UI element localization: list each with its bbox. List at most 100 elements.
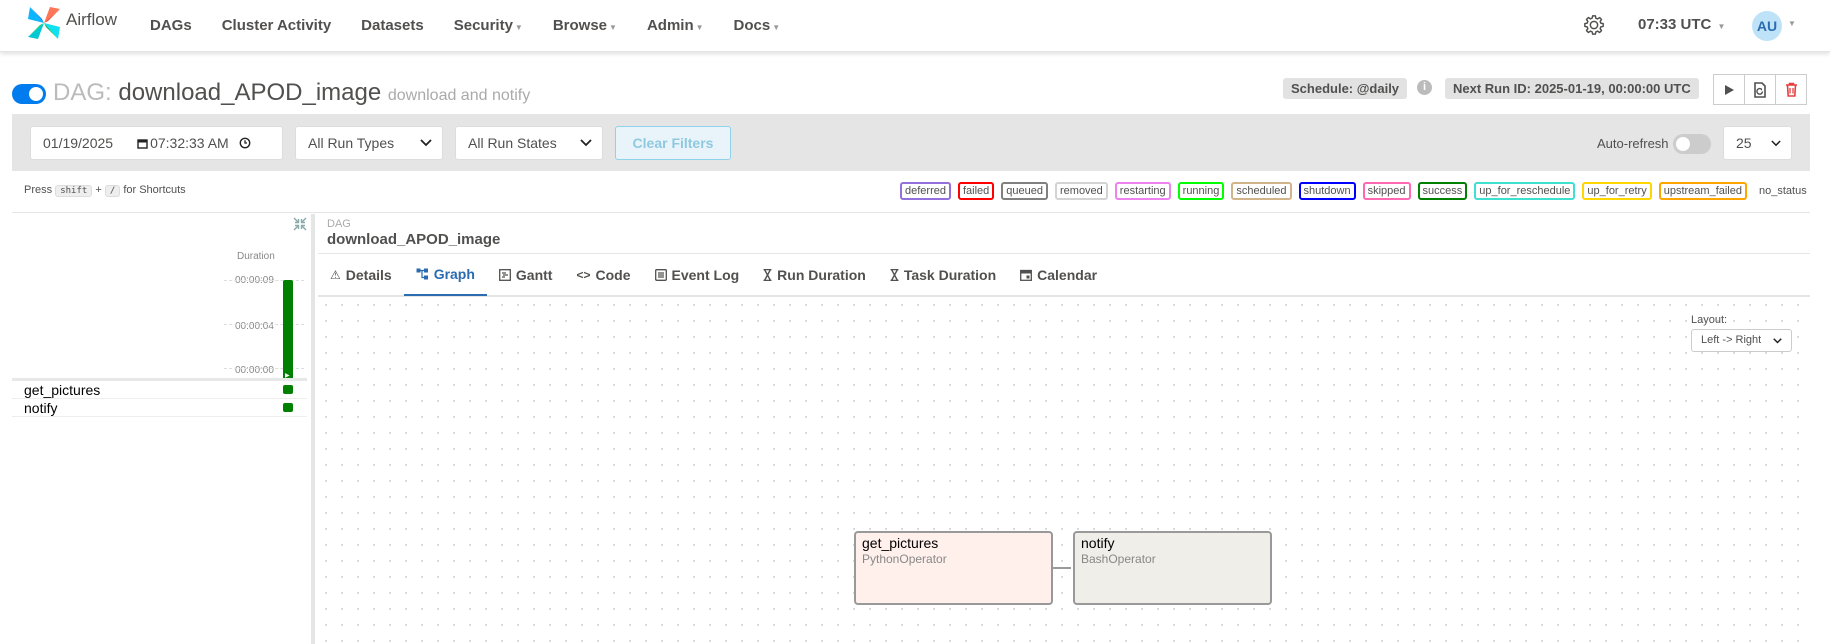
- run-state-value: All Run States: [468, 135, 557, 151]
- task-name[interactable]: notify: [24, 400, 57, 416]
- legend-removed[interactable]: removed: [1055, 182, 1108, 200]
- dag-pause-toggle[interactable]: [12, 84, 46, 104]
- divider: [12, 212, 1810, 213]
- details-tabs: ⚠ Details Graph Gantt <> Code Event Log Ru…: [318, 253, 1810, 297]
- run-state-select[interactable]: All Run States: [455, 126, 603, 160]
- shortcut-plus: +: [95, 184, 102, 196]
- tab-task-duration[interactable]: Task Duration: [878, 254, 1008, 296]
- run-type-select[interactable]: All Run Types: [295, 126, 443, 160]
- nav-dags[interactable]: DAGs: [150, 17, 192, 34]
- legend-restarting[interactable]: restarting: [1114, 182, 1171, 200]
- hourglass-icon: [763, 269, 772, 281]
- node-task-name: notify: [1081, 535, 1115, 551]
- tab-label: Code: [595, 267, 631, 283]
- nav-cluster-activity-label: Cluster Activity: [221, 16, 332, 34]
- shortcut-press: Press: [24, 184, 53, 196]
- task-name[interactable]: get_pictures: [24, 382, 100, 398]
- trigger-dag-button[interactable]: [1713, 74, 1745, 105]
- duration-tick-bottom: 00:00:00: [235, 365, 274, 376]
- legend-upstream-failed[interactable]: upstream_failed: [1658, 182, 1747, 200]
- tab-label: Run Duration: [777, 267, 866, 283]
- avatar-initials: AU: [1756, 18, 1778, 34]
- tab-label: Calendar: [1037, 267, 1098, 283]
- clear-filters-label: Clear Filters: [632, 135, 714, 151]
- tab-run-duration[interactable]: Run Duration: [751, 254, 878, 296]
- legend-failed[interactable]: failed: [957, 182, 995, 200]
- nav-cluster-activity[interactable]: Cluster Activity: [222, 17, 331, 34]
- airflow-logo[interactable]: Airflow: [26, 5, 117, 41]
- layout-label: Layout:: [1691, 314, 1728, 326]
- legend-queued[interactable]: queued: [1001, 182, 1048, 200]
- layout-select[interactable]: Left -> Right: [1691, 329, 1792, 352]
- tab-label: Gantt: [515, 267, 553, 283]
- legend-running[interactable]: running: [1177, 182, 1225, 200]
- dag-description: download and notify: [387, 87, 531, 104]
- details-dag-id[interactable]: download_APOD_image: [327, 231, 500, 248]
- base-date-input[interactable]: 01/19/2025 07:32:33 AM: [30, 126, 283, 160]
- refresh-file-icon: [1754, 81, 1766, 98]
- gantt-icon: [498, 269, 511, 281]
- graph-icon: [416, 268, 428, 280]
- nav-admin[interactable]: Admin ▼: [647, 17, 704, 34]
- legend-deferred[interactable]: deferred: [900, 182, 951, 200]
- legend-up-for-retry[interactable]: up_for_retry: [1582, 182, 1652, 200]
- calendar-icon[interactable]: [137, 138, 148, 149]
- clock-time: 07:33 UTC: [1638, 16, 1712, 33]
- dag-prefix: DAG:: [53, 79, 112, 106]
- panel-resize-handle[interactable]: [311, 214, 315, 644]
- task-instance-square[interactable]: [283, 385, 293, 394]
- shortcut-hint: Press shift + / for Shortcuts: [24, 184, 186, 197]
- legend-no-status[interactable]: no_status: [1754, 182, 1812, 200]
- nav-browse[interactable]: Browse ▼: [553, 17, 617, 34]
- task-row[interactable]: get_pictures: [12, 381, 307, 399]
- reparse-dag-button[interactable]: [1744, 74, 1776, 105]
- task-instance-square[interactable]: [283, 403, 293, 412]
- dag-title: DAG: download_APOD_image download and no…: [53, 79, 530, 107]
- graph-canvas[interactable]: Layout: Left -> Right get_pictures Pytho…: [318, 297, 1810, 644]
- brand-name: Airflow: [66, 10, 118, 29]
- legend-scheduled[interactable]: scheduled: [1231, 182, 1292, 200]
- page-size-select[interactable]: 25: [1723, 126, 1792, 160]
- nav-docs[interactable]: Docs ▼: [734, 17, 781, 34]
- dag-id[interactable]: download_APOD_image: [118, 79, 381, 106]
- nav-datasets-label: Datasets: [361, 16, 424, 34]
- duration-label: Duration: [237, 251, 275, 262]
- dependency-edge: [1052, 567, 1071, 569]
- task-node-notify[interactable]: notify BashOperator: [1073, 531, 1272, 605]
- tab-gantt[interactable]: Gantt: [487, 254, 565, 296]
- pinwheel-icon: [28, 7, 60, 39]
- legend-up-for-reschedule[interactable]: up_for_reschedule: [1474, 182, 1576, 200]
- legend-shutdown[interactable]: shutdown: [1298, 182, 1356, 200]
- user-avatar[interactable]: AU: [1752, 11, 1782, 41]
- nav-docs-label: Docs: [733, 16, 771, 34]
- date-value: 01/19/2025: [43, 135, 114, 151]
- legend-skipped[interactable]: skipped: [1362, 182, 1411, 200]
- caret-down-icon[interactable]: ▼: [1788, 19, 1796, 28]
- tab-graph[interactable]: Graph: [403, 254, 487, 296]
- task-row[interactable]: notify: [12, 399, 307, 417]
- legend-success[interactable]: success: [1417, 182, 1468, 200]
- gear-icon[interactable]: [1583, 14, 1605, 36]
- filter-bar: 01/19/2025 07:32:33 AM All Run Types All…: [12, 114, 1810, 171]
- clear-filters-button[interactable]: Clear Filters: [615, 126, 731, 160]
- autorefresh-toggle[interactable]: [1673, 134, 1711, 154]
- chevron-down-icon: [1773, 338, 1782, 344]
- caret-down-icon: ▼: [609, 22, 617, 32]
- delete-dag-button[interactable]: [1775, 74, 1807, 105]
- clock-icon[interactable]: [239, 137, 251, 149]
- nav-security[interactable]: Security ▼: [454, 17, 523, 34]
- tab-event-log[interactable]: Event Log: [643, 254, 752, 296]
- node-task-name: get_pictures: [862, 535, 939, 551]
- dag-run-bar[interactable]: ▶: [283, 280, 293, 380]
- tab-code[interactable]: <> Code: [564, 254, 642, 296]
- task-node-get-pictures[interactable]: get_pictures PythonOperator: [854, 531, 1053, 605]
- collapse-icon[interactable]: [293, 217, 307, 231]
- clock-menu[interactable]: 07:33 UTC ▼: [1638, 16, 1725, 33]
- navbar: Airflow DAGs Cluster Activity Datasets S…: [0, 0, 1830, 52]
- chevron-down-icon: [420, 139, 432, 147]
- info-icon[interactable]: i: [1417, 80, 1432, 95]
- tab-calendar[interactable]: Calendar: [1008, 254, 1109, 296]
- nav-datasets[interactable]: Datasets: [361, 17, 424, 34]
- node-operator: BashOperator: [1081, 552, 1156, 566]
- tab-details[interactable]: ⚠ Details: [318, 254, 404, 296]
